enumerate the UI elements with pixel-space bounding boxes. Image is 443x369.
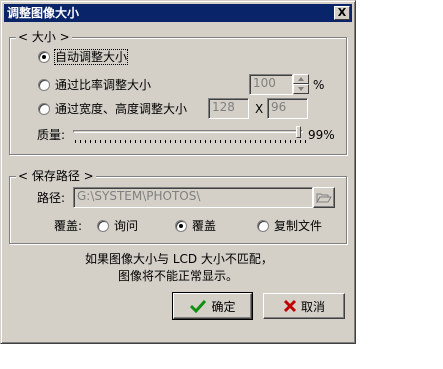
slider-tick	[150, 140, 151, 143]
close-button[interactable]: X	[334, 6, 350, 20]
arrow-up-icon	[298, 77, 304, 81]
slider-tick	[125, 140, 126, 143]
slider-tick	[190, 140, 191, 143]
times-sign: X	[255, 102, 264, 116]
cancel-button[interactable]: 取消	[263, 293, 345, 319]
quality-label: 质量:	[37, 128, 66, 142]
slider-tick	[140, 140, 141, 143]
slider-tick	[245, 140, 246, 143]
slider-tick	[105, 140, 106, 143]
size-group-legend: < 大小 >	[16, 30, 72, 44]
ratio-spin-down[interactable]	[293, 84, 309, 94]
folder-open-icon	[316, 193, 332, 204]
ratio-resize-label[interactable]: 通过比率调整大小	[55, 78, 151, 92]
quality-value: 99%	[308, 128, 335, 142]
ratio-resize-radio[interactable]	[38, 79, 50, 91]
slider-tick	[90, 140, 91, 143]
cancel-label: 取消	[300, 299, 325, 314]
quality-slider[interactable]	[73, 130, 303, 133]
overwrite-ask-radio[interactable]	[97, 220, 109, 232]
wh-resize-label[interactable]: 通过宽度、高度调整大小	[55, 102, 187, 116]
slider-tick	[250, 140, 251, 143]
slider-tick	[210, 140, 211, 143]
slider-tick	[295, 140, 296, 143]
overwrite-copy-label[interactable]: 复制文件	[274, 219, 322, 233]
notice-line-1: 如果图像大小与 LCD 大小不匹配，	[85, 252, 273, 266]
overwrite-replace-radio[interactable]	[175, 220, 187, 232]
slider-tick	[160, 140, 161, 143]
slider-tick	[305, 140, 306, 143]
slider-tick	[300, 140, 301, 143]
slider-tick	[265, 140, 266, 143]
slider-tick	[260, 140, 261, 143]
slider-tick	[230, 140, 231, 143]
slider-tick	[165, 140, 166, 143]
ok-label: 确定	[211, 299, 236, 314]
checkmark-icon	[190, 299, 207, 313]
slider-tick	[130, 140, 131, 143]
ratio-field[interactable]: 100	[249, 74, 293, 95]
resize-image-dialog: 调整图像大小 X < 大小 > 自动调整大小 通过比率调整大小 100 % 通过…	[0, 0, 356, 344]
slider-tick	[225, 140, 226, 143]
slider-tick	[155, 140, 156, 143]
ok-button[interactable]: 确定	[172, 292, 253, 320]
slider-tick	[135, 140, 136, 143]
slider-tick	[145, 140, 146, 143]
path-group-legend: < 保存路径 >	[16, 169, 96, 183]
slider-tick	[170, 140, 171, 143]
slider-tick	[215, 140, 216, 143]
overwrite-label: 覆盖:	[54, 219, 83, 233]
wh-resize-radio[interactable]	[38, 103, 50, 115]
path-field[interactable]: G:\SYSTEM\PHOTOS\	[73, 187, 313, 208]
slider-tick	[75, 140, 76, 143]
slider-tick	[180, 140, 181, 143]
slider-tick	[240, 140, 241, 143]
width-field[interactable]: 128	[208, 98, 249, 119]
overwrite-ask-label[interactable]: 询问	[114, 219, 138, 233]
title-bar[interactable]: 调整图像大小 X	[4, 4, 352, 22]
slider-tick	[290, 140, 291, 143]
slider-tick	[275, 140, 276, 143]
close-icon: X	[337, 6, 347, 19]
auto-resize-radio[interactable]	[38, 51, 50, 63]
height-field[interactable]: 96	[267, 98, 308, 119]
slider-tick	[175, 140, 176, 143]
slider-tick	[200, 140, 201, 143]
notice-line-2: 图像将不能正常显示。	[118, 269, 239, 283]
slider-tick	[220, 140, 221, 143]
arrow-down-icon	[298, 87, 304, 91]
slider-tick	[110, 140, 111, 143]
slider-tick	[85, 140, 86, 143]
browse-folder-button[interactable]	[313, 187, 335, 208]
auto-resize-label[interactable]: 自动调整大小	[53, 49, 129, 65]
slider-tick	[270, 140, 271, 143]
quality-slider-thumb[interactable]	[295, 126, 301, 138]
overwrite-copy-radio[interactable]	[257, 220, 269, 232]
slider-tick	[120, 140, 121, 143]
slider-tick	[205, 140, 206, 143]
ratio-unit: %	[313, 78, 325, 92]
ratio-spin-up[interactable]	[293, 74, 309, 84]
slider-tick	[115, 140, 116, 143]
slider-tick	[185, 140, 186, 143]
slider-tick	[80, 140, 81, 143]
slider-tick	[95, 140, 96, 143]
path-label: 路径:	[37, 191, 66, 205]
slider-tick	[195, 140, 196, 143]
slider-tick	[285, 140, 286, 143]
slider-tick	[280, 140, 281, 143]
overwrite-replace-label[interactable]: 覆盖	[192, 219, 216, 233]
cancel-x-icon	[283, 299, 297, 313]
window-title: 调整图像大小	[7, 6, 80, 20]
slider-tick	[235, 140, 236, 143]
slider-tick	[255, 140, 256, 143]
slider-tick	[100, 140, 101, 143]
